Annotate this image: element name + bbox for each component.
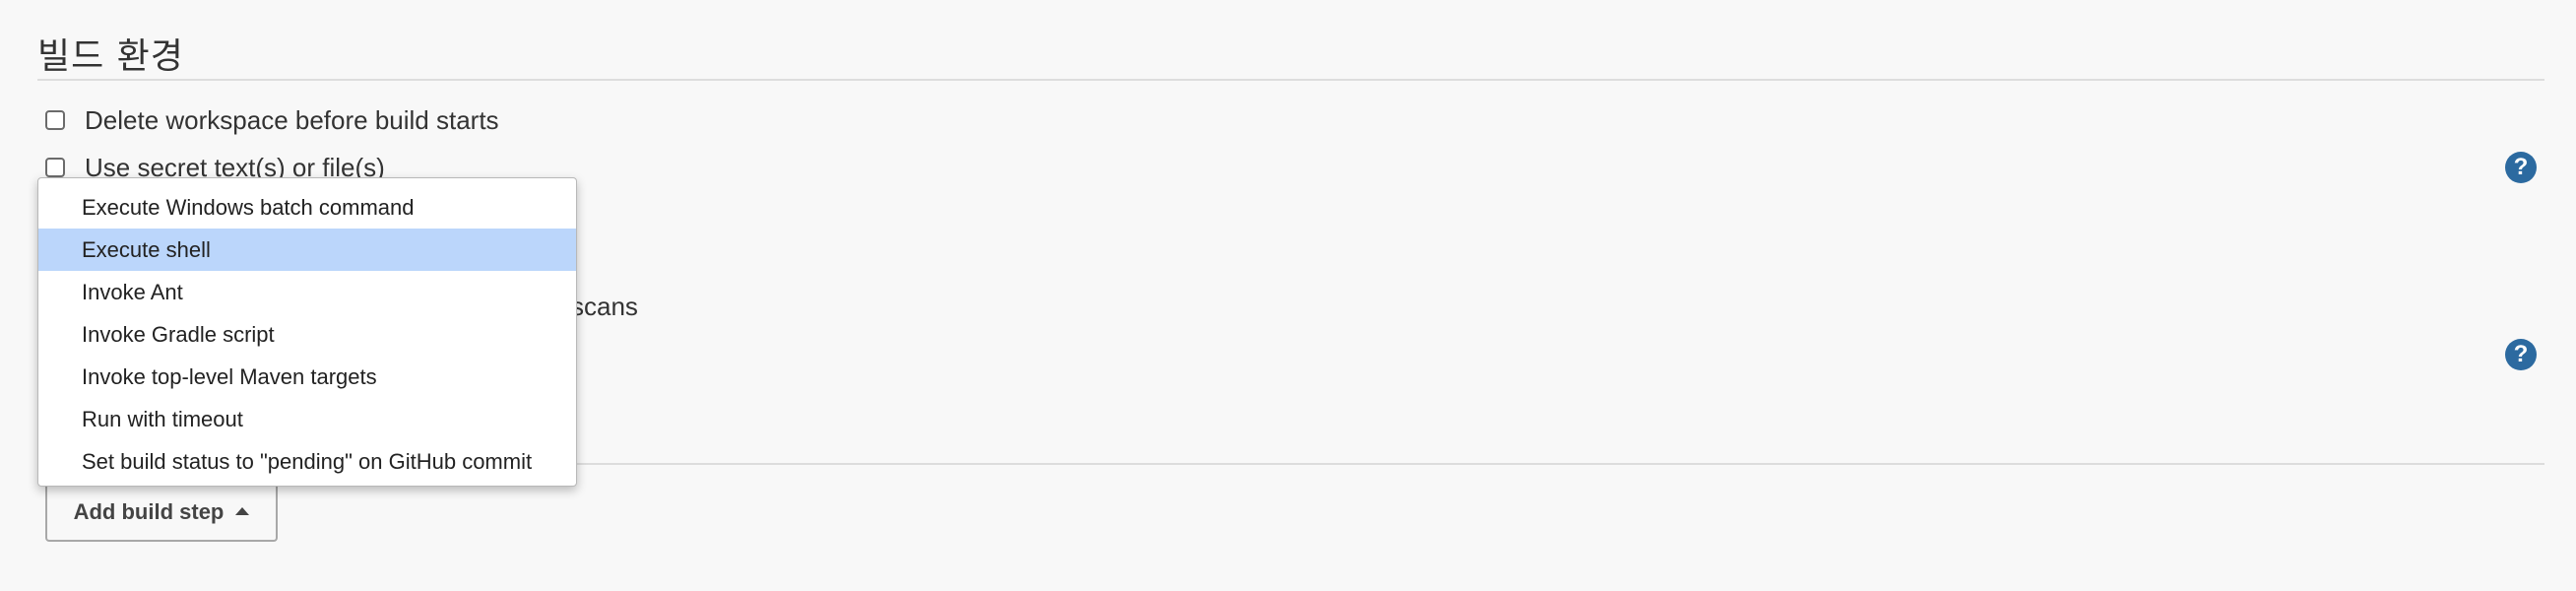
add-build-step-button[interactable]: Add build step — [45, 483, 278, 542]
add-build-step-label: Add build step — [73, 499, 225, 524]
section-title: 빌드 환경 — [37, 36, 184, 77]
menu-item-github-pending-status[interactable]: Set build status to "pending" on GitHub … — [38, 440, 576, 483]
caret-up-icon — [235, 507, 250, 515]
menu-item-invoke-gradle[interactable]: Invoke Gradle script — [38, 313, 576, 356]
option-delete-workspace[interactable]: Delete workspace before build starts — [45, 102, 499, 138]
build-environment-section: 빌드 환경 Delete workspace before build star… — [0, 0, 2576, 591]
help-icon[interactable]: ? — [2505, 339, 2537, 370]
menu-item-execute-windows-batch[interactable]: Execute Windows batch command — [38, 186, 576, 229]
partially-hidden-option-text: scans — [571, 292, 638, 321]
build-step-dropdown-menu: Execute Windows batch command Execute sh… — [37, 177, 577, 487]
menu-item-invoke-maven[interactable]: Invoke top-level Maven targets — [38, 356, 576, 398]
help-icon[interactable]: ? — [2505, 152, 2537, 183]
option-label: Delete workspace before build starts — [85, 104, 499, 135]
secret-text-checkbox[interactable] — [45, 158, 65, 177]
menu-item-execute-shell[interactable]: Execute shell — [38, 229, 576, 271]
delete-workspace-checkbox[interactable] — [45, 110, 65, 130]
menu-item-run-with-timeout[interactable]: Run with timeout — [38, 398, 576, 440]
section-divider — [37, 79, 2544, 81]
menu-item-invoke-ant[interactable]: Invoke Ant — [38, 271, 576, 313]
